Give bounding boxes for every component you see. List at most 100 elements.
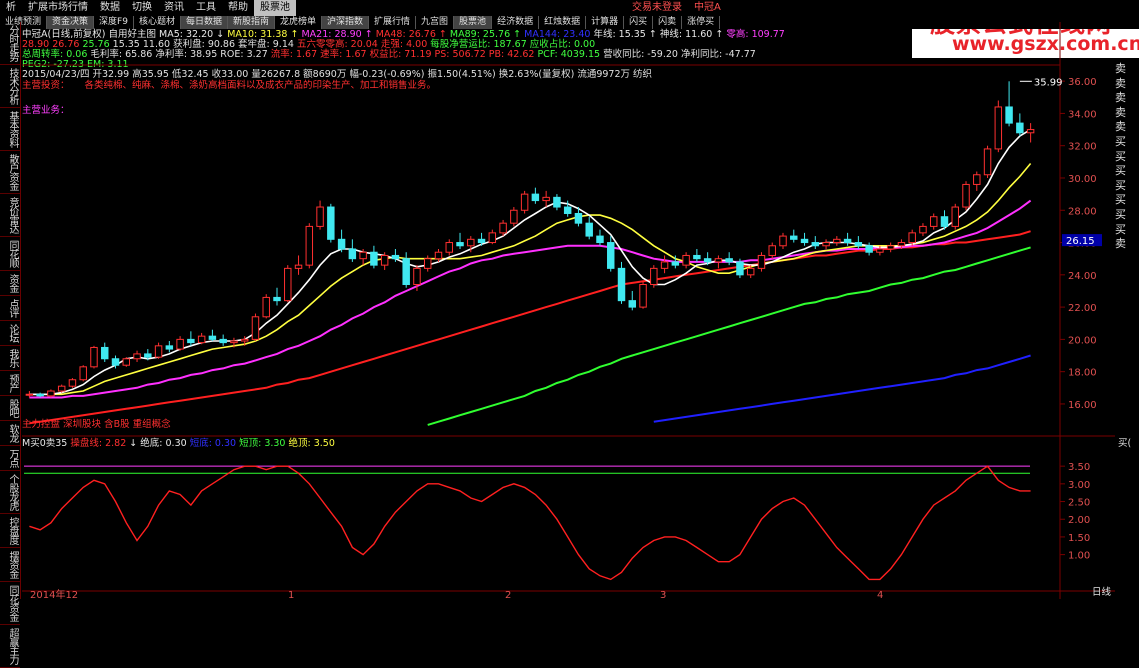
menu-bar: 析 扩展市场行情 数据 切换 资讯 工具 帮助 股票池 交易未登录 中冠A <box>0 0 1139 16</box>
tb-daily-data[interactable]: 每日数据 <box>180 16 228 29</box>
right-tab-10[interactable]: 买 <box>1115 208 1139 223</box>
tag-1[interactable]: 主力控盘 <box>22 419 60 430</box>
side-tab-5[interactable]: 同花顺 <box>0 237 20 271</box>
menu-switch[interactable]: 切换 <box>126 0 158 16</box>
side-tab-14[interactable]: 个股龙虎 <box>0 471 20 514</box>
candle-body <box>886 245 895 250</box>
side-tab-16[interactable]: 摆资金 <box>0 548 20 582</box>
menu-news[interactable]: 资讯 <box>158 0 190 16</box>
side-tab-7[interactable]: 点评 <box>0 296 20 321</box>
tb-ext-quote[interactable]: 扩展行情 <box>369 16 417 29</box>
max-price-label: 35.99 <box>1034 77 1063 88</box>
side-tab-17[interactable]: 同花资金 <box>0 582 20 625</box>
tb-limit-buy[interactable]: 涨停买 <box>682 16 721 29</box>
x-tick-label: 1 <box>288 590 294 599</box>
stock-name-menu[interactable]: 中冠A <box>688 0 727 16</box>
logo-url: www.gszx.com.cn <box>952 33 1139 55</box>
side-tab-10[interactable]: 预产 <box>0 371 20 396</box>
tb-index[interactable]: 沪深指数 <box>322 16 370 29</box>
side-tab-3[interactable]: 散户资金 <box>0 151 20 194</box>
candle-body <box>693 254 701 260</box>
y-tick-label: 34.00 <box>1068 109 1097 120</box>
side-tab-8[interactable]: 论坛 <box>0 321 20 346</box>
side-tab-0[interactable]: 分时走势 <box>0 22 20 65</box>
right-tab-3[interactable]: 卖 <box>1115 106 1139 121</box>
tb-capital-decision[interactable]: 资金决策 <box>47 16 95 29</box>
y-tick-label: 18.00 <box>1068 368 1097 379</box>
right-tab-6[interactable]: 买 <box>1115 150 1139 165</box>
right-tab-5[interactable]: 买 <box>1115 135 1139 150</box>
menu-extended-market[interactable]: 扩展市场行情 <box>22 0 94 16</box>
menu-stock-pool[interactable]: 股票池 <box>254 0 296 16</box>
right-tab-2[interactable]: 卖 <box>1115 91 1139 106</box>
right-tab-9[interactable]: 买 <box>1115 193 1139 208</box>
menu-help[interactable]: 帮助 <box>222 0 254 16</box>
right-tab-11[interactable]: 买 <box>1115 223 1139 238</box>
side-tab-15[interactable]: 控盘度 <box>0 514 20 548</box>
ind-op-line-path <box>29 465 1031 581</box>
ind-abs-top: 绝顶: 3.50 <box>288 438 335 449</box>
x-tick-label: 2 <box>505 590 511 599</box>
trade-login-status[interactable]: 交易未登录 <box>626 0 688 16</box>
candle-body <box>520 193 529 211</box>
period-label[interactable]: 日线 <box>1092 588 1111 598</box>
tb-nine-grid[interactable]: 九宫图 <box>416 16 455 29</box>
right-tab-4[interactable]: 卖 <box>1115 120 1139 135</box>
side-tab-12[interactable]: 软龙 <box>0 421 20 446</box>
ma48-line <box>29 230 1031 425</box>
candle-body <box>477 238 486 244</box>
side-tab-2[interactable]: 基本资料 <box>0 108 20 151</box>
candle-body <box>833 238 841 244</box>
candle-body <box>607 242 615 269</box>
tb-f9[interactable]: 深度F9 <box>94 16 134 29</box>
right-tab-7[interactable]: 买 <box>1115 164 1139 179</box>
candle-body <box>348 248 357 260</box>
right-tab-1[interactable]: 卖 <box>1115 77 1139 92</box>
candle-body <box>617 267 626 302</box>
side-tab-6[interactable]: 资金 <box>0 271 20 296</box>
side-tab-11[interactable]: 股吧 <box>0 396 20 421</box>
tb-flash-buy[interactable]: 闪买 <box>624 16 654 29</box>
candle-body <box>208 335 217 340</box>
menu-data[interactable]: 数据 <box>94 0 126 16</box>
right-tab-0[interactable]: 卖 <box>1115 62 1139 77</box>
tb-ipo-guide[interactable]: 新股指南 <box>227 16 275 29</box>
right-tab-8[interactable]: 买 <box>1115 179 1139 194</box>
tb-flash-sell[interactable]: 闪卖 <box>653 16 683 29</box>
candle-body <box>897 242 906 247</box>
tb-economy[interactable]: 经济数据 <box>492 16 540 29</box>
candle-body <box>133 353 141 360</box>
tag-3[interactable]: 含B股 <box>104 419 130 430</box>
tb-core-theme[interactable]: 核心题材 <box>134 16 181 29</box>
tb-calculator[interactable]: 计算器 <box>586 16 625 29</box>
right-tab-12[interactable]: 卖 <box>1115 237 1139 252</box>
candle-body <box>714 258 723 263</box>
tag-2[interactable]: 深圳股块 <box>63 419 101 430</box>
candle-body <box>380 254 389 266</box>
candle-body <box>25 393 34 396</box>
menu-tools[interactable]: 工具 <box>190 0 222 16</box>
side-tab-9[interactable]: 我乐 <box>0 346 20 371</box>
side-tab-1[interactable]: 技术分析 <box>0 65 20 108</box>
x-tick-label: 2014年12 <box>30 588 78 599</box>
side-tab-4[interactable]: 竞价雷达 <box>0 194 20 237</box>
function-toolbar: 业绩预测 资金决策 深度F9 核心题材 每日数据 新股指南 龙虎榜单 沪深指数 … <box>0 16 1139 29</box>
candle-body <box>68 379 77 387</box>
candle-body <box>542 196 550 202</box>
indicator-name: M买0卖35 <box>22 438 68 449</box>
side-tab-18[interactable]: 超赢主力 <box>0 625 20 668</box>
candle-body <box>962 183 970 208</box>
candle-body <box>197 335 206 344</box>
side-tab-13[interactable]: 万点 <box>0 446 20 471</box>
ind-short-bottom: 短底: 0.30 <box>189 438 237 449</box>
tag-4[interactable]: 重组概念 <box>133 419 171 430</box>
candle-body <box>273 296 281 302</box>
tb-stock-pool[interactable]: 股票池 <box>454 16 493 29</box>
line3-item-9: PCF: 4039.15 <box>537 49 604 60</box>
menu-analysis[interactable]: 析 <box>0 0 22 16</box>
candle-body <box>359 251 367 260</box>
tb-dragon-tiger[interactable]: 龙虎榜单 <box>275 16 322 29</box>
tb-red-candle[interactable]: 红烛数据 <box>539 16 587 29</box>
main-business-label: 主营业务： <box>22 105 70 116</box>
current-price-box <box>1062 234 1102 247</box>
